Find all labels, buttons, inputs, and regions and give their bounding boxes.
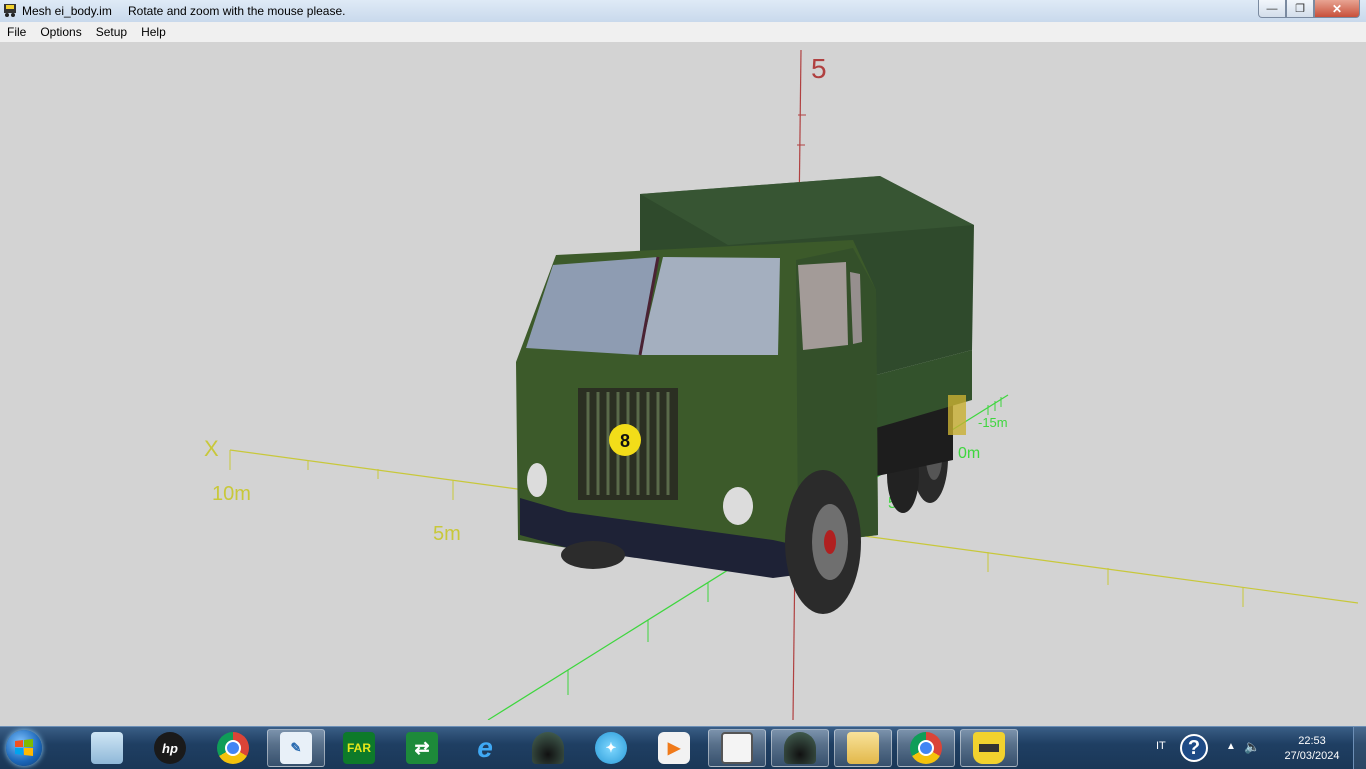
hp-icon: hp (154, 732, 186, 764)
taskbar-item-chrome-2[interactable] (897, 729, 955, 767)
menu-options[interactable]: Options (33, 25, 88, 39)
scene-svg: 5 X 10m 5m -15m 0m 5m (204, 50, 1358, 720)
menu-bar: File Options Setup Help (0, 22, 1366, 42)
taskbar-item-ie[interactable]: e (456, 729, 514, 767)
taskbar-item-quill[interactable]: ✎ (267, 729, 325, 767)
taskbar-item-media[interactable]: ▶ (645, 729, 703, 767)
journal-icon (91, 732, 123, 764)
x-axis-name: X (204, 436, 219, 461)
taskbar-item-explorer[interactable] (834, 729, 892, 767)
window-title: Mesh ei_body.im (22, 4, 112, 18)
tunnel-icon (532, 732, 564, 764)
media-player-icon: ▶ (658, 732, 690, 764)
show-desktop-button[interactable] (1353, 727, 1366, 769)
taskbar-item-network[interactable]: ✦ (582, 729, 640, 767)
window-hint: Rotate and zoom with the mouse please. (128, 4, 346, 18)
clock-date: 27/03/2024 (1284, 750, 1340, 762)
menu-file[interactable]: File (0, 25, 33, 39)
window-icon (721, 732, 753, 764)
svg-text:8: 8 (620, 431, 630, 451)
chrome-icon (217, 732, 249, 764)
start-button[interactable] (6, 730, 42, 766)
clock-time: 22:53 (1298, 735, 1326, 747)
x-axis-label-5m: 5m (433, 523, 461, 545)
taskbar-item-tunnel-2[interactable] (771, 729, 829, 767)
tunnel-icon-2 (784, 732, 816, 764)
maximize-button[interactable]: ❐ (1286, 0, 1314, 18)
taskbar-item-journal[interactable] (78, 729, 136, 767)
z-axis-label-0m: 0m (958, 445, 980, 462)
x-axis-label-10m: 10m (212, 483, 251, 505)
menu-help[interactable]: Help (134, 25, 173, 39)
help-icon[interactable]: ? (1180, 734, 1208, 762)
z-axis-label-15m: -15m (978, 415, 1008, 430)
network-icon: ✦ (595, 732, 627, 764)
taskbar-item-sync[interactable]: ⇄ (393, 729, 451, 767)
folder-icon (847, 732, 879, 764)
headlight-left (527, 463, 547, 497)
close-button[interactable]: ✕ (1314, 0, 1360, 18)
minimize-button[interactable]: — (1258, 0, 1286, 18)
taskbar-item-window[interactable] (708, 729, 766, 767)
clock[interactable]: 22:53 27/03/2024 (1280, 734, 1344, 764)
taskbar: hp ✎ FAR ⇄ e ✦ ▶ IT ? ▲ 🔈 22:53 27/03/20… (0, 726, 1366, 769)
app-truck-icon (3, 3, 17, 18)
taskbar-item-chrome[interactable] (204, 729, 262, 767)
window-controls: — ❐ ✕ (1258, 0, 1360, 18)
truck-model: 8 (516, 176, 974, 614)
headlight-right (723, 487, 753, 525)
front-wheel-left (561, 541, 625, 569)
taskbar-item-tunnel[interactable] (519, 729, 577, 767)
system-tray: IT ? ▲ 🔈 22:53 27/03/2024 (1140, 727, 1366, 769)
chrome-icon-2 (910, 732, 942, 764)
show-hidden-icons-icon[interactable]: ▲ (1226, 741, 1236, 752)
internet-explorer-icon: e (477, 732, 493, 763)
windows-logo-icon (15, 739, 33, 756)
mesh-viewport[interactable]: 5 X 10m 5m -15m 0m 5m (8, 50, 1358, 720)
volume-icon[interactable]: 🔈 (1244, 739, 1260, 755)
taskbar-items: hp ✎ FAR ⇄ e ✦ ▶ (78, 729, 1023, 767)
taskbar-item-truck[interactable] (960, 729, 1018, 767)
far-manager-icon: FAR (343, 732, 375, 764)
language-indicator[interactable]: IT (1156, 740, 1166, 752)
truck-app-icon (973, 732, 1005, 764)
taskbar-item-hp[interactable]: hp (141, 729, 199, 767)
menu-setup[interactable]: Setup (89, 25, 134, 39)
sync-arrows-icon: ⇄ (406, 732, 438, 764)
y-axis-label-5: 5 (811, 53, 827, 84)
title-bar: Mesh ei_body.im Rotate and zoom with the… (0, 0, 1366, 23)
taskbar-item-far[interactable]: FAR (330, 729, 388, 767)
windshield (526, 257, 658, 355)
quill-icon: ✎ (280, 732, 312, 764)
